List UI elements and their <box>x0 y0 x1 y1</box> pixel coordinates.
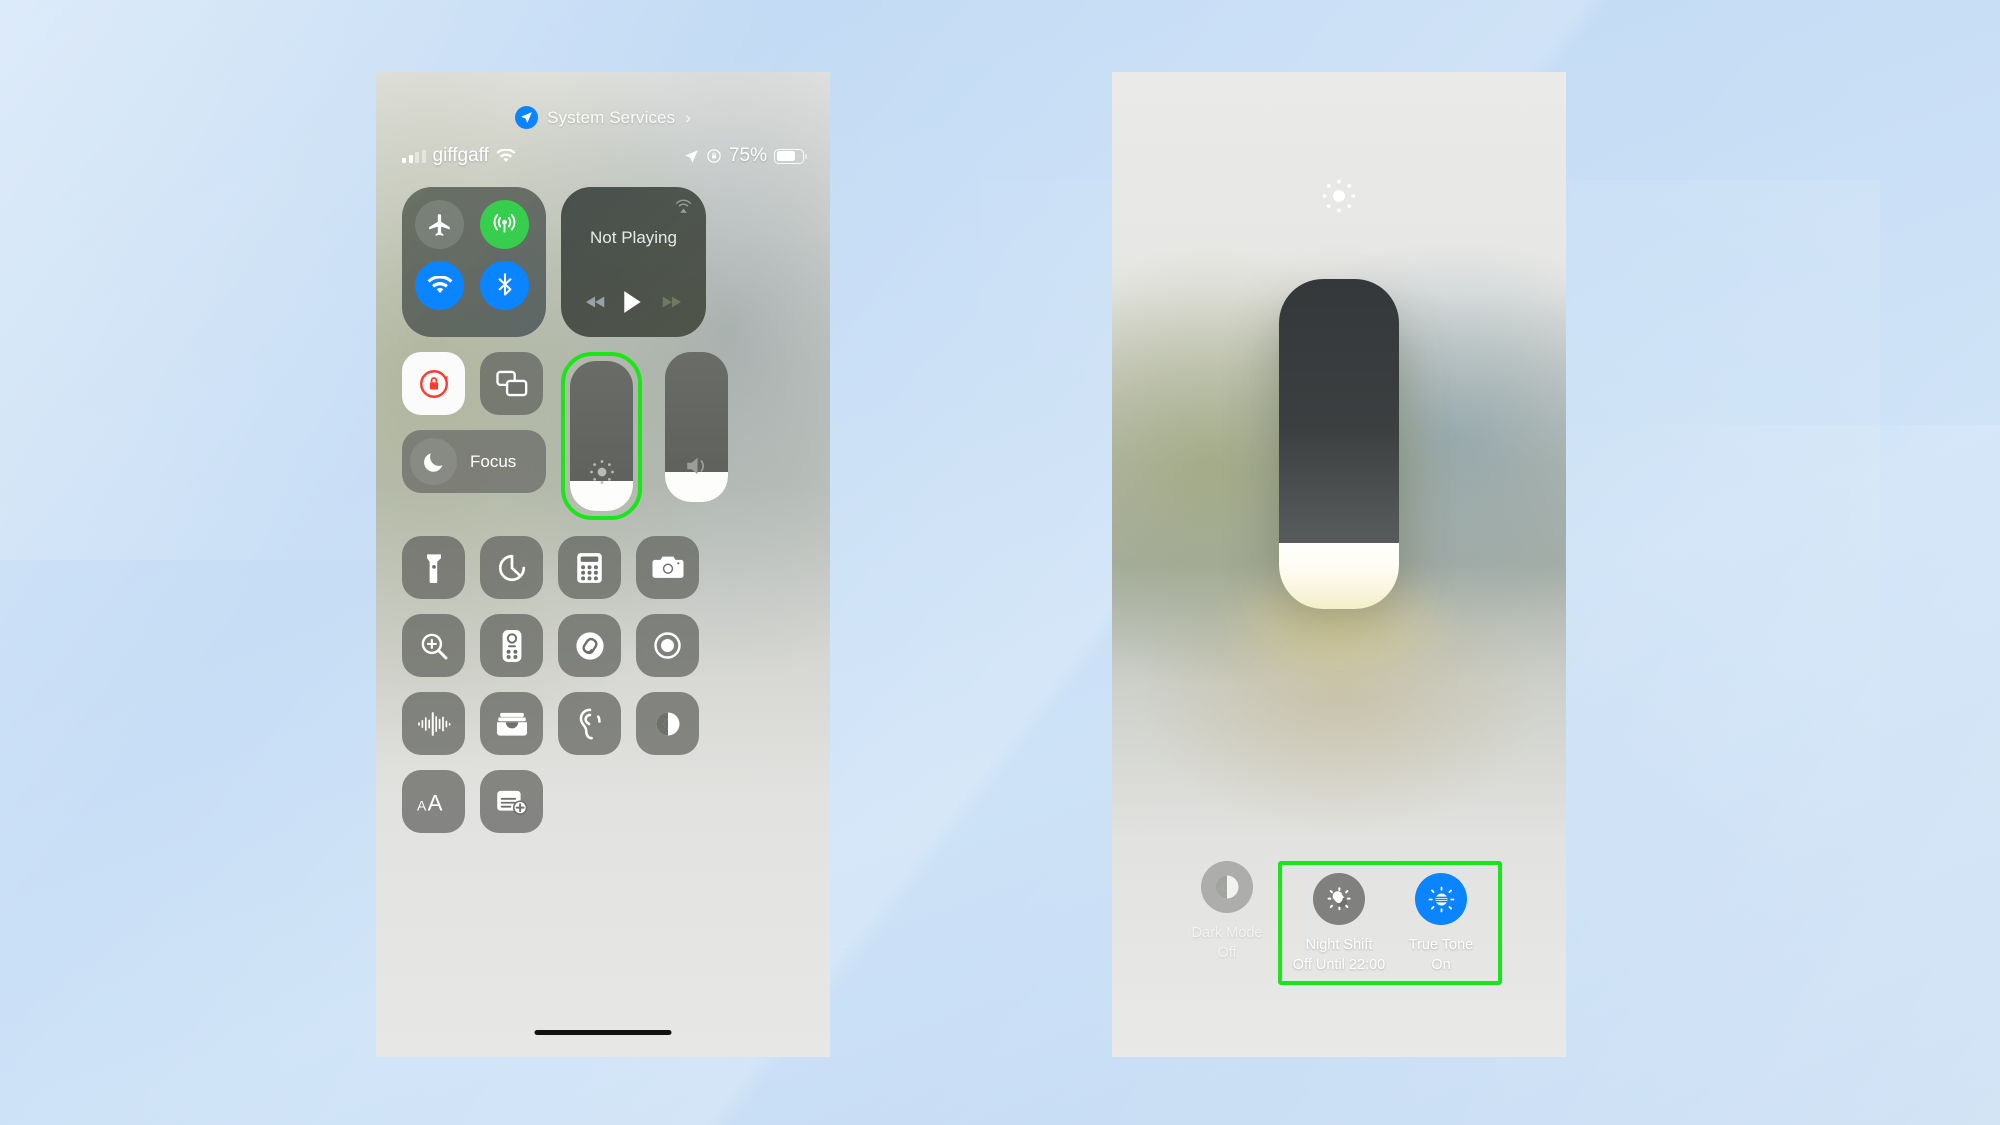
hearing-tile[interactable] <box>558 692 621 755</box>
text-size-tile[interactable]: A A <box>402 770 465 833</box>
night-shift-icon <box>1313 873 1365 925</box>
fast-forward-icon[interactable] <box>660 294 682 310</box>
system-services-banner[interactable]: System Services › <box>376 106 830 129</box>
dark-mode-label: Dark Mode <box>1191 925 1263 941</box>
brightness-icon <box>1319 176 1359 216</box>
airplane-mode-button[interactable] <box>415 200 464 249</box>
second-row: Focus <box>402 352 804 520</box>
control-center-grid: Not Playing Focus A A <box>402 187 804 833</box>
shazam-tile[interactable] <box>558 614 621 677</box>
focus-tile[interactable]: Focus <box>402 430 546 493</box>
true-tone-state: On <box>1431 957 1451 973</box>
flashlight-tile[interactable] <box>402 536 465 599</box>
calculator-tile[interactable] <box>558 536 621 599</box>
system-services-label: System Services <box>547 107 676 127</box>
screen-recording-tile[interactable] <box>636 614 699 677</box>
camera-tile[interactable] <box>636 536 699 599</box>
screen-mirroring-tile[interactable] <box>480 352 543 415</box>
true-tone-icon <box>1415 873 1467 925</box>
brightness-slider[interactable] <box>570 361 633 511</box>
dark-mode-icon <box>1201 861 1253 913</box>
rewind-icon[interactable] <box>585 294 607 310</box>
wifi-button[interactable] <box>415 261 464 310</box>
true-tone-label: True Tone <box>1408 937 1474 953</box>
voice-memos-tile[interactable] <box>402 692 465 755</box>
media-player-widget[interactable]: Not Playing <box>561 187 706 337</box>
svg-text:A: A <box>417 797 427 813</box>
moon-icon <box>410 438 457 485</box>
brightness-slider-expanded[interactable] <box>1279 279 1399 609</box>
night-shift-state: Off Until 22:00 <box>1292 957 1386 973</box>
control-center-panel: System Services › giffgaff 75% Not Playi… <box>376 72 830 1057</box>
signal-strength-icon <box>402 149 426 163</box>
toggles-column: Focus <box>402 352 546 520</box>
volume-slider[interactable] <box>665 352 728 502</box>
rotation-lock-tile[interactable] <box>402 352 465 415</box>
highlighted-options-group: Night Shift Off Until 22:00 True Tone On <box>1278 861 1502 985</box>
svg-text:A: A <box>427 790 442 814</box>
rotation-lock-icon <box>706 148 722 164</box>
location-arrow-icon <box>515 106 539 129</box>
media-title: Not Playing <box>590 228 677 247</box>
speaker-icon <box>665 454 728 478</box>
battery-icon <box>774 148 807 164</box>
focus-label: Focus <box>470 451 517 471</box>
cellular-data-button[interactable] <box>480 200 529 249</box>
display-options-row: Dark Mode Off Night Shift Off Until 22:0… <box>1112 861 1566 985</box>
night-shift-label: Night Shift <box>1305 937 1373 953</box>
home-indicator <box>534 1030 672 1035</box>
carrier-label: giffgaff <box>432 145 489 166</box>
timer-tile[interactable] <box>480 536 543 599</box>
night-shift-option[interactable]: Night Shift Off Until 22:00 <box>1288 873 1390 973</box>
top-row: Not Playing <box>402 187 804 337</box>
quick-note-tile[interactable] <box>480 770 543 833</box>
dark-mode-state: Off <box>1217 945 1237 961</box>
dark-mode-tile[interactable] <box>636 692 699 755</box>
app-tiles-grid: A A <box>402 536 804 833</box>
brightness-slider-highlight <box>561 352 642 520</box>
brightness-expanded-panel: Dark Mode Off Night Shift Off Until 22:0… <box>1112 72 1566 1057</box>
location-arrow-icon <box>684 149 699 164</box>
dark-mode-option[interactable]: Dark Mode Off <box>1176 861 1278 961</box>
brightness-icon <box>570 457 633 487</box>
play-icon[interactable] <box>623 290 643 314</box>
magnifier-tile[interactable] <box>402 614 465 677</box>
true-tone-option[interactable]: True Tone On <box>1390 873 1492 973</box>
apple-tv-remote-tile[interactable] <box>480 614 543 677</box>
airplay-icon[interactable] <box>674 198 693 217</box>
wallet-tile[interactable] <box>480 692 543 755</box>
bluetooth-button[interactable] <box>480 261 529 310</box>
chevron-right-icon: › <box>685 107 691 127</box>
battery-percent-label: 75% <box>728 145 767 166</box>
wifi-icon <box>496 148 516 164</box>
connectivity-group[interactable] <box>402 187 546 337</box>
status-bar: giffgaff 75% <box>402 145 807 167</box>
